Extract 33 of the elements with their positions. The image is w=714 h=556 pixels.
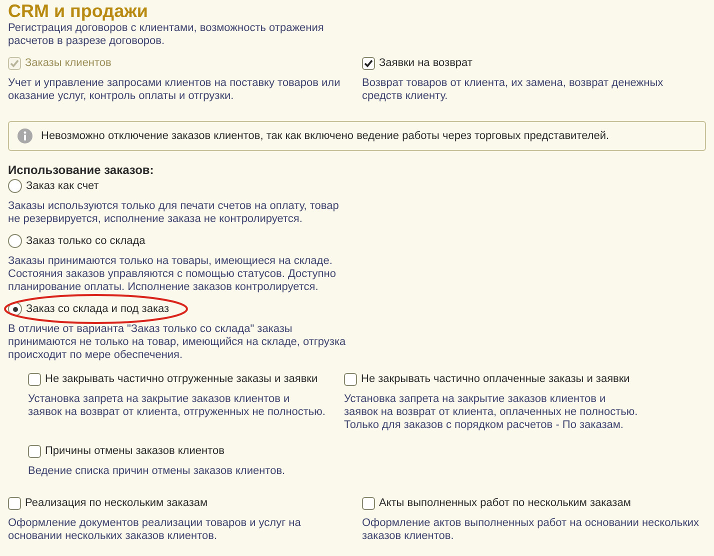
option-description: Учет и управление запросами клиентов на поставку товаров или оказание услуг, контроль оплаты и отгрузки. xyxy=(8,77,342,103)
option-label: Не закрывать частично отгруженные заказы и заявки xyxy=(45,373,318,385)
option-label: Заказ как счет xyxy=(26,180,99,192)
radio-button[interactable] xyxy=(8,179,22,193)
option-description: Оформление актов выполненных работ на основании нескольких заказов клиентов. xyxy=(362,517,700,543)
section-title: CRM и продажи xyxy=(8,0,149,22)
section-note: Регистрация договоров с клиентами, возможность отражения расчетов в разрезе договоров. xyxy=(8,22,325,48)
option-label: Реализация по нескольким заказам xyxy=(25,497,208,509)
checkbox[interactable] xyxy=(28,372,41,386)
radio-button[interactable] xyxy=(8,234,22,248)
option-description: Установка запрета на закрытие заказов клиентов и заявок на возврат от клиента, оплаченных не полностью. Только для заказов с порядком расчетов - По заказам. xyxy=(344,393,639,432)
option-description: Ведение списка причин отмены заказов клиентов. xyxy=(28,465,286,478)
option-description: Возврат товаров от клиента, их замена, возврат денежных средств клиенту. xyxy=(362,77,664,103)
info-icon xyxy=(17,128,33,144)
option-label: Причины отмены заказов клиентов xyxy=(45,445,224,457)
checkbox[interactable] xyxy=(28,444,41,458)
checkbox[interactable] xyxy=(8,496,21,510)
option-description: Установка запрета на закрытие заказов клиентов и заявок на возврат от клиента, отгруженных не полностью. xyxy=(28,393,326,419)
checkbox[interactable] xyxy=(344,372,357,386)
option-description: В отличие от варианта "Заказ только со склада" заказы принимаются не только на товар, имеющийся на складе, отгрузка происходит по мере обеспечения. xyxy=(8,323,347,362)
option-description: Заказы принимаются только на товары, имеющиеся на складе. Состояния заказов управляются с помощью статусов. Доступно планирование оплаты. Исполнение заказов контролируется. xyxy=(8,255,337,294)
option-label: Не закрывать частично оплаченные заказы и заявки xyxy=(361,373,630,385)
option-label: Заказ только со склада xyxy=(26,235,146,247)
option-description: Оформление документов реализации товаров и услуг на основании нескольких заказов клиентов. xyxy=(8,517,302,543)
option-description: Заказы используются только для печати счетов на оплату, товар не резервируется, исполнение заказа не контролируется. xyxy=(8,200,340,226)
checkbox[interactable] xyxy=(362,56,375,70)
group-heading: Использование заказов: xyxy=(8,163,155,177)
info-message: Невозможно отключение заказов клиентов, так как включено ведение работы через торговых представителей. xyxy=(41,130,610,142)
option-label: Заказы клиентов xyxy=(25,57,112,69)
checkbox[interactable] xyxy=(362,496,375,510)
option-label: Акты выполненных работ по нескольким заказам xyxy=(379,497,631,509)
option-label: Заказ со склада и под заказ xyxy=(26,303,170,315)
option-label: Заявки на возврат xyxy=(379,57,472,69)
